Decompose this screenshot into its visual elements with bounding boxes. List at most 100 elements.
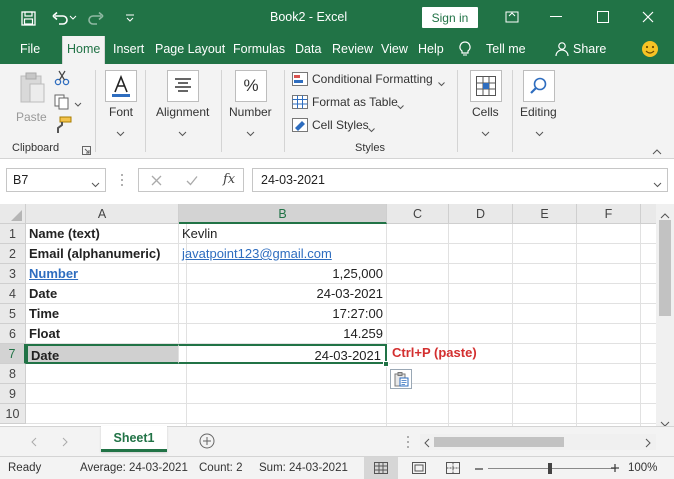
maximize-icon[interactable]: [591, 6, 615, 28]
row-header-6[interactable]: 6: [0, 324, 26, 344]
cancel-entry-icon[interactable]: [151, 175, 162, 189]
row-header-10[interactable]: 10: [0, 404, 26, 424]
clipboard-dialog-launcher-icon[interactable]: [82, 144, 91, 158]
row-header-5[interactable]: 5: [0, 304, 26, 324]
lightbulb-icon[interactable]: [459, 41, 471, 60]
scroll-right-icon[interactable]: [645, 437, 651, 451]
cells-group-icon[interactable]: [470, 70, 502, 102]
column-header-a[interactable]: A: [26, 204, 179, 224]
paste-options-icon[interactable]: [390, 369, 412, 389]
vertical-scrollbar[interactable]: [656, 204, 674, 427]
tab-review[interactable]: Review: [332, 42, 373, 56]
zoom-slider[interactable]: [488, 463, 616, 474]
smiley-feedback-icon[interactable]: [641, 40, 659, 61]
tab-home[interactable]: Home: [62, 36, 106, 64]
vertical-scroll-thumb[interactable]: [659, 220, 671, 316]
zoom-slider-thumb[interactable]: [548, 463, 552, 474]
row-header-9[interactable]: 9: [0, 384, 26, 404]
number-dropdown-icon[interactable]: [246, 126, 255, 140]
zoom-level[interactable]: 100%: [628, 462, 657, 474]
column-header-d[interactable]: D: [449, 204, 513, 224]
cell-a2[interactable]: Email (alphanumeric): [26, 244, 179, 264]
cell-styles-icon[interactable]: [292, 118, 308, 135]
scroll-left-icon[interactable]: [424, 437, 430, 451]
prev-sheet-icon[interactable]: [30, 436, 37, 450]
cell-b3[interactable]: 1,25,000: [179, 264, 387, 284]
cell-b6[interactable]: 14.259: [179, 324, 387, 344]
tab-file[interactable]: File: [20, 42, 40, 56]
tab-help[interactable]: Help: [418, 42, 444, 56]
alignment-group-icon[interactable]: [167, 70, 199, 102]
format-as-table-dropdown-icon[interactable]: [397, 99, 404, 113]
conditional-formatting-icon[interactable]: [292, 72, 308, 89]
row-header-2[interactable]: 2: [0, 244, 26, 264]
cell-a1[interactable]: Name (text): [26, 224, 179, 244]
copy-dropdown-icon[interactable]: [74, 97, 82, 111]
sheet-tab-sheet1[interactable]: Sheet1: [101, 426, 167, 452]
tab-view[interactable]: View: [381, 42, 408, 56]
editing-label[interactable]: Editing: [520, 105, 557, 119]
cell-a5[interactable]: Time: [26, 304, 179, 324]
cells-label[interactable]: Cells: [472, 105, 499, 119]
ribbon-display-options-icon[interactable]: [500, 6, 524, 28]
formula-bar-grip-icon[interactable]: [120, 173, 124, 190]
formula-input[interactable]: 24-03-2021: [252, 168, 668, 192]
confirm-entry-icon[interactable]: [186, 175, 198, 189]
redo-icon[interactable]: [86, 8, 106, 28]
undo-icon[interactable]: [50, 8, 70, 28]
row-header-7[interactable]: 7: [0, 344, 26, 364]
zoom-in-icon[interactable]: [610, 463, 620, 476]
format-as-table-icon[interactable]: [292, 95, 308, 112]
tell-me-search[interactable]: Tell me: [486, 42, 526, 56]
collapse-ribbon-icon[interactable]: [652, 144, 662, 158]
row-header-3[interactable]: 3: [0, 264, 26, 284]
tab-formulas[interactable]: Formulas: [233, 42, 285, 56]
conditional-formatting-dropdown-icon[interactable]: [438, 76, 445, 90]
expand-formula-bar-icon[interactable]: [653, 177, 662, 191]
row-header-8[interactable]: 8: [0, 364, 26, 384]
tab-insert[interactable]: Insert: [113, 42, 144, 56]
number-format-icon[interactable]: %: [235, 70, 267, 102]
tab-data[interactable]: Data: [295, 42, 321, 56]
format-painter-icon[interactable]: [54, 116, 72, 137]
add-sheet-icon[interactable]: [199, 433, 215, 452]
column-header-e[interactable]: E: [513, 204, 577, 224]
share-person-icon[interactable]: [555, 41, 569, 60]
cell-styles-dropdown-icon[interactable]: [368, 122, 375, 136]
format-as-table-button[interactable]: Format as Table: [312, 95, 398, 109]
cell-b2-email-link[interactable]: javatpoint123@gmail.com: [179, 244, 387, 264]
next-sheet-icon[interactable]: [62, 436, 69, 450]
alignment-dropdown-icon[interactable]: [178, 126, 187, 140]
alignment-label[interactable]: Alignment: [156, 105, 209, 119]
cut-icon[interactable]: [54, 70, 70, 89]
status-sum[interactable]: Sum: 24-03-2021: [259, 462, 348, 474]
close-icon[interactable]: [636, 6, 660, 28]
cell-styles-button[interactable]: Cell Styles: [312, 118, 369, 132]
cell-b5[interactable]: 17:27:00: [179, 304, 387, 324]
save-icon[interactable]: [18, 8, 38, 28]
tab-page-layout[interactable]: Page Layout: [155, 42, 225, 56]
paste-button[interactable]: Paste: [14, 70, 50, 128]
cells-dropdown-icon[interactable]: [481, 126, 490, 140]
name-box-dropdown-icon[interactable]: [91, 177, 100, 191]
name-box[interactable]: B7: [6, 168, 106, 192]
page-break-preview-icon[interactable]: [446, 462, 460, 477]
status-count[interactable]: Count: 2: [199, 462, 242, 474]
font-group-icon[interactable]: [105, 70, 137, 102]
page-layout-view-icon[interactable]: [412, 462, 426, 477]
cell-b7-active[interactable]: 24-03-2021: [179, 344, 387, 364]
cell-b1[interactable]: Kevlin: [179, 224, 387, 244]
select-all-corner[interactable]: [0, 204, 26, 224]
horizontal-scroll-thumb[interactable]: [434, 437, 564, 447]
editing-group-icon[interactable]: [523, 70, 555, 102]
font-dropdown-icon[interactable]: [116, 126, 125, 140]
cell-a4[interactable]: Date: [26, 284, 179, 304]
editing-dropdown-icon[interactable]: [535, 126, 544, 140]
font-label[interactable]: Font: [109, 105, 133, 119]
fill-handle[interactable]: [383, 361, 389, 367]
row-header-1[interactable]: 1: [0, 224, 26, 244]
undo-dropdown-icon[interactable]: [68, 8, 78, 28]
row-header-4[interactable]: 4: [0, 284, 26, 304]
copy-icon[interactable]: [54, 94, 70, 113]
cell-a6[interactable]: Float: [26, 324, 179, 344]
